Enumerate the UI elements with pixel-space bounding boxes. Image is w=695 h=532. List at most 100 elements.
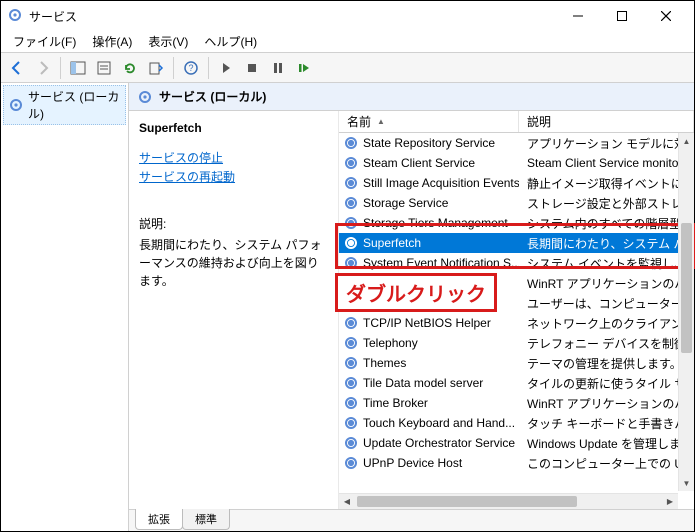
restart-service-button[interactable]: [292, 56, 316, 80]
service-row[interactable]: Tile Data model serverタイルの更新に使うタイル サーバ: [339, 373, 694, 393]
gear-icon: [343, 315, 359, 331]
toolbar-separator: [173, 57, 174, 79]
service-row[interactable]: Update Orchestrator ServiceWindows Updat…: [339, 433, 694, 453]
service-desc-cell: ユーザーは、コンピューターの自動: [519, 295, 694, 312]
service-desc-cell: タッチ キーボードと手書きパネルの: [519, 415, 694, 432]
service-desc-cell: システム内のすべての階層型記: [519, 215, 694, 232]
service-desc-cell: このコンピューター上での UPnP デ: [519, 455, 694, 472]
service-row[interactable]: Telephonyテレフォニー デバイスを制御するプ: [339, 333, 694, 353]
gear-icon: [343, 155, 359, 171]
gear-icon: [343, 455, 359, 471]
gear-icon: [137, 89, 153, 105]
scroll-thumb-vertical[interactable]: [681, 223, 692, 353]
service-row[interactable]: Superfetch長期間にわたり、システム パフォー: [339, 233, 694, 253]
properties-button[interactable]: [92, 56, 116, 80]
minimize-button[interactable]: [556, 2, 600, 30]
sort-asc-icon: ▲: [377, 117, 385, 126]
toolbar-separator: [60, 57, 61, 79]
service-name-cell: Storage Service: [339, 195, 519, 211]
service-name-cell: Touch Keyboard and Hand...: [339, 415, 519, 431]
gear-icon: [8, 97, 24, 113]
body-area: サービス (ローカル) サービス (ローカル) Superfetch サービスの…: [1, 83, 694, 531]
service-name-cell: UPnP Device Host: [339, 455, 519, 471]
service-desc-cell: WinRT アプリケーションのバックグ: [519, 395, 694, 412]
tab-extended[interactable]: 拡張: [135, 509, 183, 530]
description-label: 説明:: [139, 215, 328, 232]
list-body[interactable]: State Repository Serviceアプリケーション モデルに対する…: [339, 133, 694, 509]
gear-icon: [343, 375, 359, 391]
service-desc-cell: タイルの更新に使うタイル サーバ: [519, 375, 694, 392]
close-button[interactable]: [644, 2, 688, 30]
scroll-up-arrow[interactable]: ▲: [679, 133, 694, 149]
selected-service-name: Superfetch: [139, 121, 328, 135]
right-pane: サービス (ローカル) Superfetch サービスの停止 サービスの再起動 …: [129, 83, 694, 531]
back-button[interactable]: [5, 56, 29, 80]
menu-file[interactable]: ファイル(F): [5, 31, 84, 52]
service-row[interactable]: Time BrokerWinRT アプリケーションのバックグ: [339, 393, 694, 413]
refresh-button[interactable]: [118, 56, 142, 80]
service-desc-cell: ストレージ設定と外部ストレージの: [519, 195, 694, 212]
column-header-name[interactable]: 名前 ▲: [339, 111, 519, 132]
maximize-button[interactable]: [600, 2, 644, 30]
gear-icon: [343, 435, 359, 451]
gear-icon: [343, 255, 359, 271]
service-name-cell: TCP/IP NetBIOS Helper: [339, 315, 519, 331]
description-text: 長期間にわたり、システム パフォーマンスの維持および向上を図ります。: [139, 236, 328, 290]
service-name-cell: Still Image Acquisition Events: [339, 175, 519, 191]
menu-help[interactable]: ヘルプ(H): [196, 31, 265, 52]
tab-standard[interactable]: 標準: [182, 509, 230, 530]
scroll-right-arrow[interactable]: ▶: [662, 494, 678, 509]
service-name-cell: System Event Notification S...: [339, 255, 519, 271]
menu-bar: ファイル(F) 操作(A) 表示(V) ヘルプ(H): [1, 31, 694, 53]
tree-item-services-local[interactable]: サービス (ローカル): [3, 85, 126, 125]
pane-header: サービス (ローカル): [129, 83, 694, 111]
service-row[interactable]: UPnP Device Hostこのコンピューター上での UPnP デ: [339, 453, 694, 473]
horizontal-scrollbar[interactable]: ◀ ▶: [339, 493, 678, 509]
service-name-cell: Superfetch: [339, 235, 519, 251]
service-desc-cell: テレフォニー デバイスを制御するプ: [519, 335, 694, 352]
title-bar: サービス: [1, 1, 694, 31]
window-controls: [556, 2, 688, 30]
service-row[interactable]: Themesテーマの管理を提供します。: [339, 353, 694, 373]
link-restart-service[interactable]: サービスの再起動: [139, 168, 328, 187]
service-name-cell: Steam Client Service: [339, 155, 519, 171]
service-row[interactable]: Touch Keyboard and Hand...タッチ キーボードと手書きパ…: [339, 413, 694, 433]
service-row[interactable]: Still Image Acquisition Events静止イメージ取得イベ…: [339, 173, 694, 193]
link-stop-service[interactable]: サービスの停止: [139, 149, 328, 168]
stop-service-button[interactable]: [240, 56, 264, 80]
service-desc-cell: Steam Client Service monitors: [519, 156, 694, 170]
scroll-down-arrow[interactable]: ▼: [679, 475, 694, 491]
service-row[interactable]: State Repository Serviceアプリケーション モデルに対する…: [339, 133, 694, 153]
service-desc-cell: テーマの管理を提供します。: [519, 355, 694, 372]
service-desc-cell: Windows Update を管理します: [519, 435, 694, 452]
forward-button[interactable]: [31, 56, 55, 80]
gear-icon: [343, 235, 359, 251]
service-row[interactable]: TCP/IP NetBIOS Helperネットワーク上のクライアントに対し: [339, 313, 694, 333]
pause-service-button[interactable]: [266, 56, 290, 80]
scroll-left-arrow[interactable]: ◀: [339, 494, 355, 509]
service-name-cell: Time Broker: [339, 395, 519, 411]
start-service-button[interactable]: [214, 56, 238, 80]
gear-icon: [343, 355, 359, 371]
vertical-scrollbar[interactable]: ▲ ▼: [678, 133, 694, 491]
service-name-cell: Storage Tiers Management: [339, 215, 519, 231]
view-tabs: 拡張 標準: [129, 509, 694, 531]
service-desc-cell: 長期間にわたり、システム パフォー: [519, 235, 694, 252]
scroll-thumb-horizontal[interactable]: [357, 496, 577, 507]
service-row[interactable]: Steam Client ServiceSteam Client Service…: [339, 153, 694, 173]
service-row[interactable]: Storage Tiers Managementシステム内のすべての階層型記: [339, 213, 694, 233]
service-name-cell: Themes: [339, 355, 519, 371]
show-hide-console-tree-button[interactable]: [66, 56, 90, 80]
service-detail-panel: Superfetch サービスの停止 サービスの再起動 説明: 長期間にわたり、…: [129, 111, 339, 509]
menu-view[interactable]: 表示(V): [140, 31, 196, 52]
service-row[interactable]: Storage Serviceストレージ設定と外部ストレージの: [339, 193, 694, 213]
export-list-button[interactable]: [144, 56, 168, 80]
menu-action[interactable]: 操作(A): [84, 31, 140, 52]
service-name-cell: State Repository Service: [339, 135, 519, 151]
services-icon: [7, 7, 23, 26]
help-button[interactable]: ?: [179, 56, 203, 80]
gear-icon: [343, 175, 359, 191]
service-row[interactable]: System Event Notification S...システム イベントを…: [339, 253, 694, 273]
column-header-description[interactable]: 説明: [519, 111, 694, 132]
toolbar: ?: [1, 53, 694, 83]
